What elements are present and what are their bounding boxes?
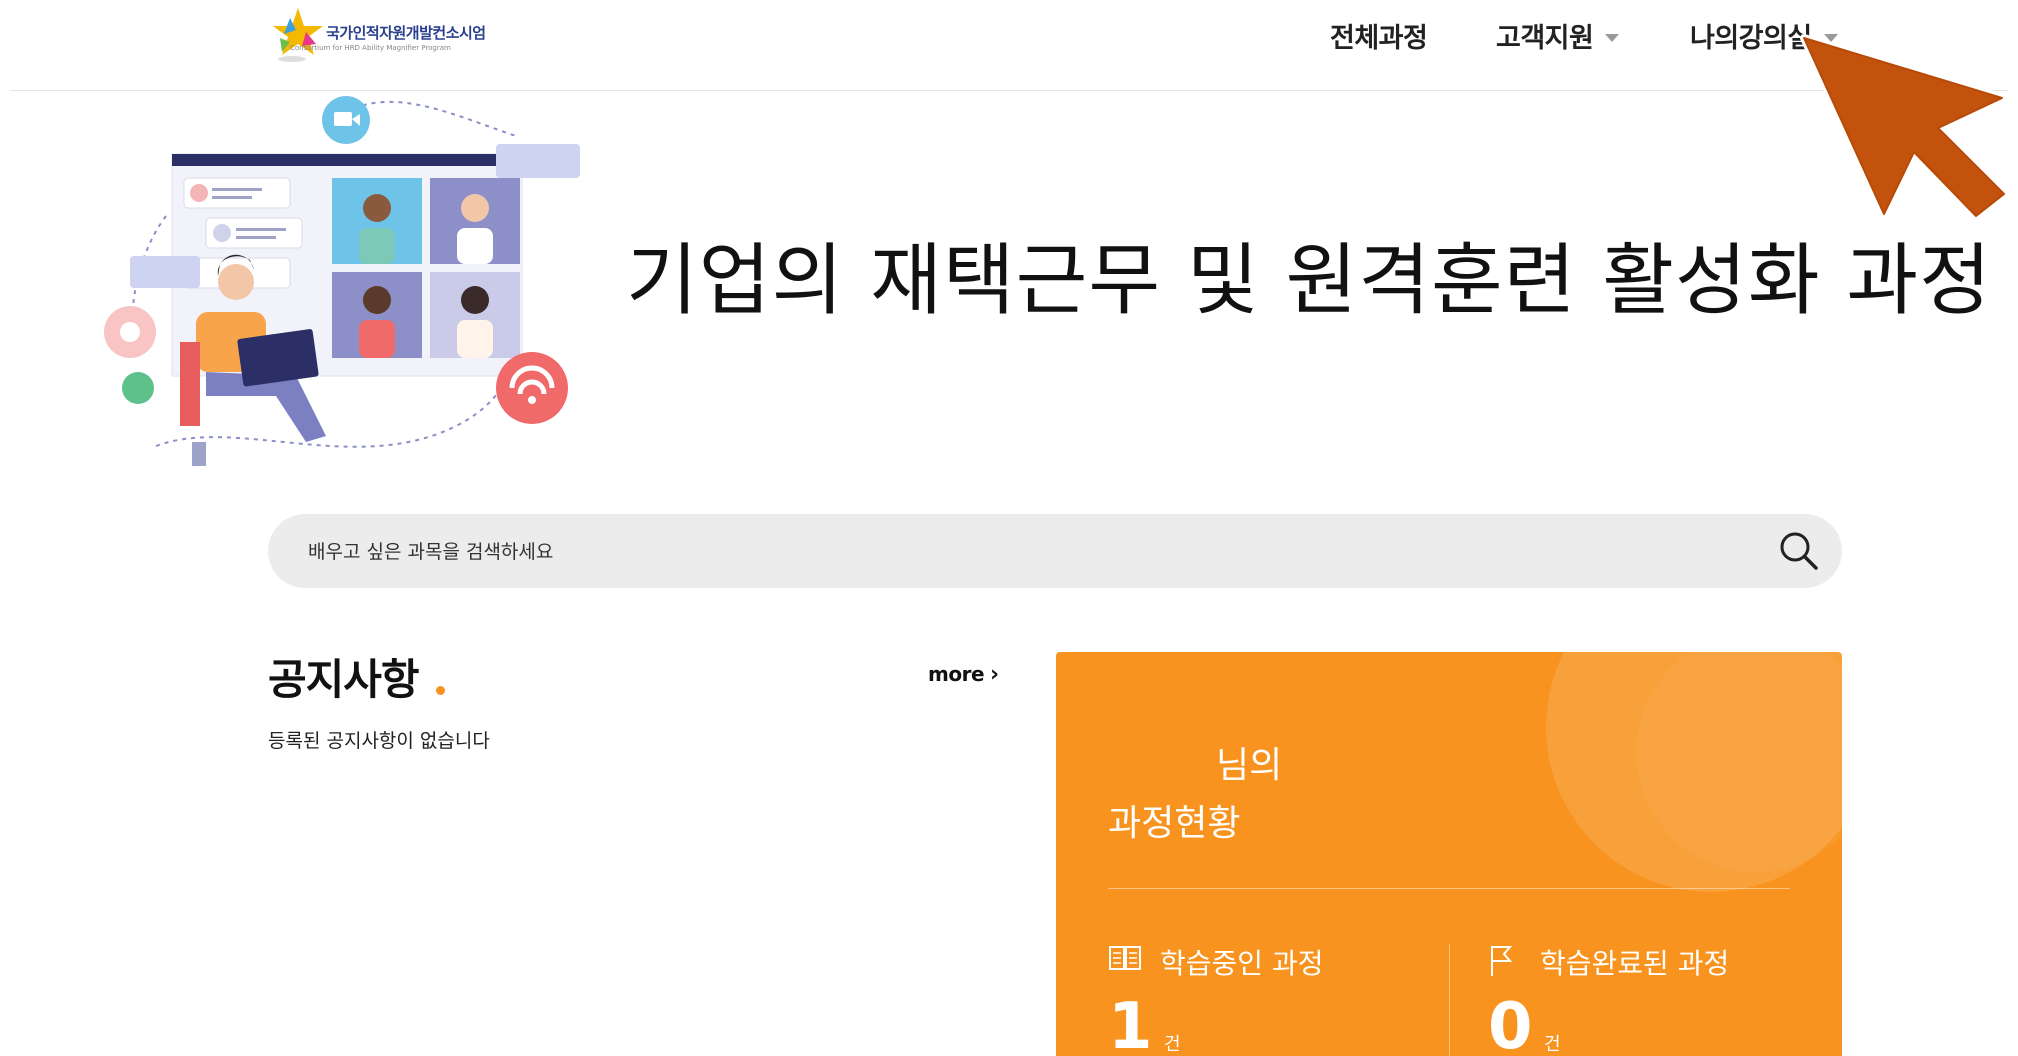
site-header: 국가인적자원개발컨소시엄 Consortium for HRD Ability … <box>0 0 2018 90</box>
user-name-suffix: 님의 <box>1216 745 1283 786</box>
more-label: more <box>928 662 985 686</box>
course-search-bar <box>268 514 1842 590</box>
site-logo[interactable]: 국가인적자원개발컨소시엄 Consortium for HRD Ability … <box>268 4 498 70</box>
status-subtitle: 과정현황 <box>1108 803 1241 844</box>
chevron-down-icon <box>1605 33 1620 42</box>
logo-text: 국가인적자원개발컨소시엄 <box>326 24 486 42</box>
nav-all-courses[interactable]: 전체과정 <box>1330 16 1428 55</box>
completed-label: 학습완료된 과정 <box>1540 947 1730 980</box>
book-icon <box>1109 946 1141 970</box>
nav-customer-support-label: 고객지원 <box>1496 23 1594 54</box>
notice-title: 공지사항 <box>268 655 420 704</box>
nav-all-courses-label: 전체과정 <box>1330 23 1428 54</box>
completed-unit: 건 <box>1544 1034 1561 1055</box>
in-progress-count[interactable]: 1 <box>1108 990 1153 1056</box>
panel-divider <box>1108 888 1790 889</box>
in-progress-label: 학습중인 과정 <box>1160 947 1324 980</box>
hero-title: 기업의 재택근무 및 원격훈련 활성화 과정 <box>626 236 1992 326</box>
course-search-input[interactable] <box>306 514 1710 590</box>
remote-work-illustration <box>104 96 580 466</box>
notice-more-link[interactable]: more › <box>928 662 999 687</box>
logo-subtitle: Consortium for HRD Ability Magnifier Pro… <box>290 44 451 52</box>
course-status-panel: 님의 과정현황 학습중인 과정 1 건 학습완료된 과정 0 건 <box>1056 652 1842 1056</box>
header-divider <box>10 90 2008 91</box>
nav-customer-support[interactable]: 고객지원 <box>1496 16 1620 55</box>
logo-star-icon <box>273 8 323 62</box>
in-progress-unit: 건 <box>1164 1034 1181 1055</box>
flag-icon <box>1491 946 1513 976</box>
notice-empty-message: 등록된 공지사항이 없습니다 <box>268 730 490 752</box>
notice-title-dot <box>436 686 445 695</box>
stat-divider <box>1449 944 1450 1056</box>
chevron-right-icon: › <box>990 662 999 687</box>
search-icon[interactable] <box>1778 530 1820 572</box>
completed-count[interactable]: 0 <box>1488 990 1533 1056</box>
pointer-arrow-icon <box>1800 34 2008 220</box>
